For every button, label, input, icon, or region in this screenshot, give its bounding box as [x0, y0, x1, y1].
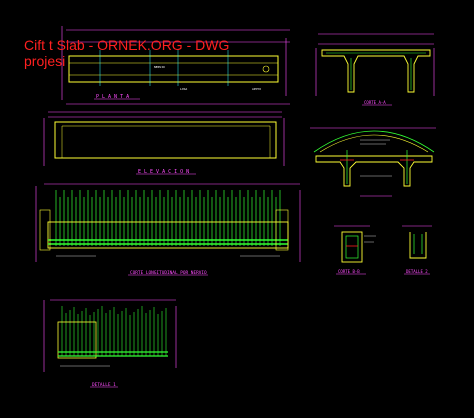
svg-text:APOYO: APOYO: [252, 87, 261, 91]
detail-2: DETALLE 2: [402, 225, 432, 275]
section-arch-detail: [310, 127, 436, 197]
watermark-line-1: Cift t Slab - ORNEK.ORG - DWG: [24, 37, 230, 53]
label-corte-a-a: CORTE A-A: [364, 100, 386, 105]
svg-text:LOSA: LOSA: [180, 87, 187, 91]
watermark-title: Cift t Slab - ORNEK.ORG - DWG projesi: [24, 37, 229, 69]
section-b-b: CORTE B-B: [334, 225, 376, 275]
section-a-a: CORTE A-A: [315, 33, 435, 106]
watermark-line-2: projesi: [24, 53, 66, 69]
elevation-view: E L E V A C I O N: [43, 111, 285, 175]
cad-drawing-viewport: NERVIO LOSA APOYO P L A N T A E L E V A …: [0, 0, 474, 418]
detail-1: DETALLE 1: [43, 299, 177, 388]
label-corte-b-b: CORTE B-B: [338, 269, 360, 274]
longitudinal-section: CORTE LONGITUDINAL POR NERVIO: [35, 183, 301, 276]
label-detalle-2: DETALLE 2: [406, 269, 428, 274]
